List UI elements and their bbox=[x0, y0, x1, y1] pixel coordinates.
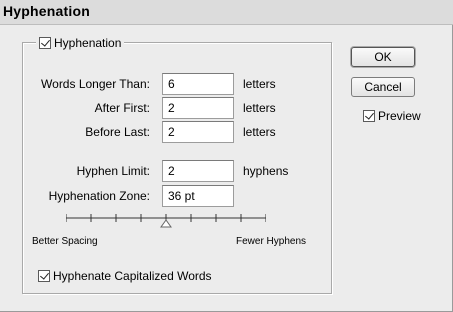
preview-toggle[interactable]: Preview bbox=[363, 109, 421, 123]
ok-button[interactable]: OK bbox=[351, 47, 415, 67]
before-last-unit: letters bbox=[243, 125, 276, 139]
title-bar: Hyphenation bbox=[0, 0, 453, 25]
hyphen-limit-input[interactable]: 2 bbox=[162, 160, 234, 182]
capitalized-label: Hyphenate Capitalized Words bbox=[53, 269, 212, 283]
after-first-unit: letters bbox=[243, 101, 276, 115]
hyphen-limit-unit: hyphens bbox=[243, 164, 289, 178]
after-first-label: After First: bbox=[94, 101, 150, 115]
hyphen-limit-label: Hyphen Limit: bbox=[76, 164, 150, 178]
words-longer-unit: letters bbox=[243, 77, 276, 91]
after-first-input[interactable]: 2 bbox=[162, 97, 234, 119]
capitalized-toggle[interactable]: Hyphenate Capitalized Words bbox=[38, 269, 212, 283]
hyphenation-checkbox-label: Hyphenation bbox=[54, 36, 122, 50]
words-longer-input[interactable]: 6 bbox=[162, 73, 234, 95]
cancel-button[interactable]: Cancel bbox=[351, 77, 415, 97]
before-last-input[interactable]: 2 bbox=[162, 121, 234, 143]
hyphenation-toggle[interactable]: Hyphenation bbox=[36, 36, 125, 50]
preview-label: Preview bbox=[378, 109, 421, 123]
fewer-hyphens-label: Fewer Hyphens bbox=[236, 236, 307, 247]
preview-checkbox[interactable] bbox=[363, 110, 375, 122]
better-spacing-label: Better Spacing bbox=[32, 236, 98, 247]
zone-label: Hyphenation Zone: bbox=[48, 189, 150, 203]
slider-thumb[interactable] bbox=[160, 219, 172, 228]
zone-input[interactable]: 36 pt bbox=[162, 185, 234, 207]
dialog-title: Hyphenation bbox=[3, 3, 90, 19]
words-longer-label: Words Longer Than: bbox=[41, 77, 150, 91]
hyphenation-dialog: Hyphenation Hyphenation Words Longer Tha… bbox=[0, 0, 453, 312]
capitalized-checkbox[interactable] bbox=[38, 270, 50, 282]
before-last-label: Before Last: bbox=[85, 125, 150, 139]
spacing-slider[interactable] bbox=[66, 212, 266, 228]
hyphenation-checkbox[interactable] bbox=[39, 37, 51, 49]
